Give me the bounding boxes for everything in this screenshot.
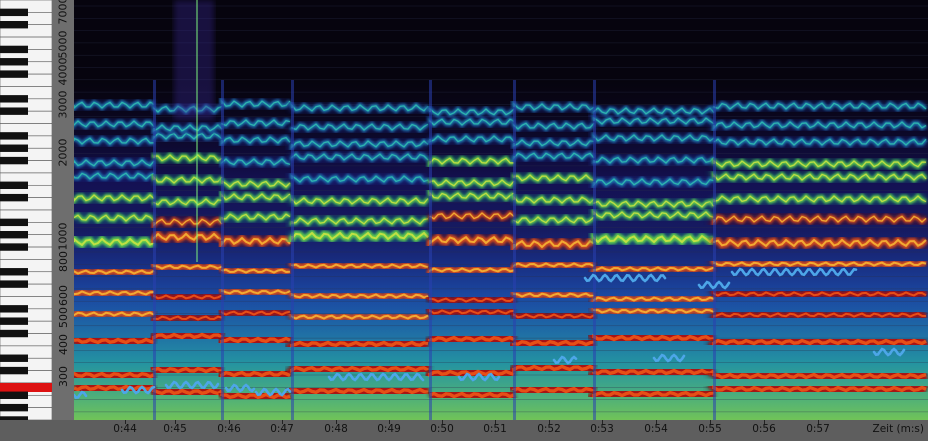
time-label-0-54: 0:54 bbox=[644, 423, 668, 435]
time-label-0-45: 0:45 bbox=[163, 423, 187, 435]
time-label-0-49: 0:49 bbox=[377, 423, 401, 435]
piano-black-key[interactable] bbox=[0, 144, 28, 152]
time-label-0-53: 0:53 bbox=[590, 423, 614, 435]
freq-label-3000: 3000 bbox=[56, 90, 70, 118]
piano-black-key[interactable] bbox=[0, 132, 28, 140]
piano-black-key[interactable] bbox=[0, 193, 28, 202]
freq-label-400: 400 bbox=[56, 333, 70, 355]
piano-black-key[interactable] bbox=[0, 21, 28, 29]
freq-label-800: 800 bbox=[56, 250, 70, 272]
piano-black-key[interactable] bbox=[0, 45, 28, 54]
spectrogram-plot[interactable] bbox=[74, 0, 928, 420]
piano-black-key[interactable] bbox=[0, 70, 28, 78]
piano-keyboard[interactable] bbox=[0, 0, 52, 420]
freq-label-2000: 2000 bbox=[56, 138, 70, 166]
time-label-0-47: 0:47 bbox=[270, 423, 294, 435]
piano-black-key[interactable] bbox=[0, 95, 28, 103]
piano-black-key[interactable] bbox=[0, 181, 28, 189]
freq-label-7000: 7000 bbox=[56, 0, 70, 24]
time-label-0-46: 0:46 bbox=[217, 423, 241, 435]
time-label-0-55: 0:55 bbox=[698, 423, 722, 435]
spectrogram-window: 7000 5000 4000 3000 2000 1000 800 600 50… bbox=[0, 0, 928, 441]
piano-black-key[interactable] bbox=[0, 329, 28, 338]
piano-black-key[interactable] bbox=[0, 391, 28, 399]
piano-black-key[interactable] bbox=[0, 280, 28, 288]
time-label-0-44: 0:44 bbox=[113, 423, 137, 435]
piano-black-key[interactable] bbox=[0, 243, 28, 251]
piano-black-key[interactable] bbox=[0, 58, 28, 66]
freq-label-300: 300 bbox=[56, 365, 70, 387]
piano-black-key[interactable] bbox=[0, 8, 28, 17]
piano-keyboard-icon bbox=[0, 0, 52, 420]
highlighted-piano-key[interactable] bbox=[0, 383, 52, 392]
piano-black-key[interactable] bbox=[0, 268, 28, 276]
time-axis-unit: Zeit (m:s) bbox=[872, 423, 924, 435]
time-label-0-50: 0:50 bbox=[430, 423, 454, 435]
piano-black-key[interactable] bbox=[0, 107, 28, 115]
piano-black-key[interactable] bbox=[0, 156, 28, 165]
piano-black-key[interactable] bbox=[0, 231, 28, 239]
piano-black-key[interactable] bbox=[0, 366, 28, 375]
frequency-axis: 7000 5000 4000 3000 2000 1000 800 600 50… bbox=[52, 0, 74, 420]
spectrogram-image bbox=[74, 0, 928, 420]
freq-label-4000: 4000 bbox=[56, 57, 70, 85]
time-label-0-52: 0:52 bbox=[537, 423, 561, 435]
time-label-0-56: 0:56 bbox=[752, 423, 776, 435]
piano-black-key[interactable] bbox=[0, 218, 28, 227]
time-label-0-57: 0:57 bbox=[806, 423, 830, 435]
piano-black-key[interactable] bbox=[0, 317, 28, 325]
piano-black-key[interactable] bbox=[0, 354, 28, 362]
piano-black-key[interactable] bbox=[0, 403, 28, 412]
time-axis: 0:44 0:45 0:46 0:47 0:48 0:49 0:50 0:51 … bbox=[0, 420, 928, 441]
piano-black-key[interactable] bbox=[0, 305, 28, 313]
time-label-0-48: 0:48 bbox=[324, 423, 348, 435]
time-label-0-51: 0:51 bbox=[483, 423, 507, 435]
